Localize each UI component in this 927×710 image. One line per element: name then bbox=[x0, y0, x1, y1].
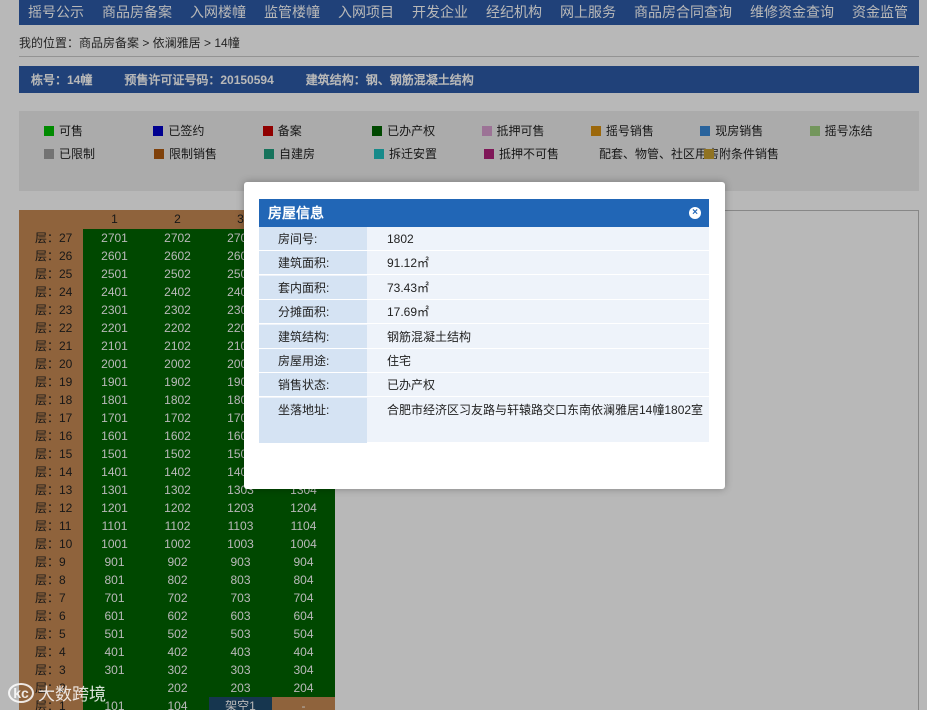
dialog-row: 分摊面积: 17.69㎡ bbox=[259, 300, 709, 325]
dialog-row: 建筑结构: 钢筋混凝土结构 bbox=[259, 324, 709, 349]
dialog-row-value: 住宅 bbox=[387, 354, 412, 368]
close-icon[interactable]: × bbox=[689, 207, 701, 219]
dialog-row-value: 已办产权 bbox=[387, 378, 436, 393]
dialog-row-value: 合肥市经济区习友路与轩辕路交口东南依澜雅居14幢1802室 bbox=[387, 402, 704, 417]
watermark-text: 大数跨境 bbox=[38, 685, 106, 704]
dialog-row: 房间号: 1802 bbox=[259, 227, 709, 251]
dialog-row-label: 房间号: bbox=[259, 227, 367, 250]
watermark-logo-icon: kc bbox=[8, 682, 34, 703]
dialog-row-label: 坐落地址: bbox=[259, 397, 367, 443]
dialog-row: 坐落地址: 合肥市经济区习友路与轩辕路交口东南依澜雅居14幢1802室 bbox=[259, 397, 709, 444]
dialog-body: 房间号: 1802 建筑面积: 91.12㎡套内面积: 73.43㎡分摊面积: 17.69… bbox=[259, 227, 709, 444]
dialog-row-label: 建筑面积: bbox=[259, 251, 367, 275]
dialog-row-label: 套内面积: bbox=[259, 275, 367, 299]
dialog-row-label: 房屋用途: bbox=[259, 349, 367, 372]
dialog-row-value: 73.43㎡ bbox=[387, 280, 430, 295]
dialog-row: 销售状态: 已办产权 bbox=[259, 373, 709, 398]
dialog-row-label: 分摊面积: bbox=[259, 300, 367, 324]
dialog-row-label: 销售状态: bbox=[259, 373, 367, 397]
dialog-row: 套内面积: 73.43㎡ bbox=[259, 275, 709, 300]
dialog-title-bar: 房屋信息 × bbox=[259, 199, 709, 227]
dialog-row-value: 钢筋混凝土结构 bbox=[387, 329, 472, 344]
dialog-row-value: 91.12㎡ bbox=[387, 256, 430, 271]
dialog-row-value: 17.69㎡ bbox=[387, 305, 430, 320]
dialog-title: 房屋信息 bbox=[268, 205, 324, 221]
dialog-row: 建筑面积: 91.12㎡ bbox=[259, 251, 709, 276]
house-info-dialog: 房屋信息 × 房间号: 1802 建筑面积: 91.12㎡套内面积: 73.43㎡分摊面… bbox=[244, 182, 725, 489]
dialog-row-value: 1802 bbox=[387, 232, 414, 246]
watermark: kc 大数跨境 bbox=[8, 680, 106, 705]
dialog-row: 房屋用途: 住宅 bbox=[259, 349, 709, 373]
dialog-row-label: 建筑结构: bbox=[259, 324, 367, 348]
